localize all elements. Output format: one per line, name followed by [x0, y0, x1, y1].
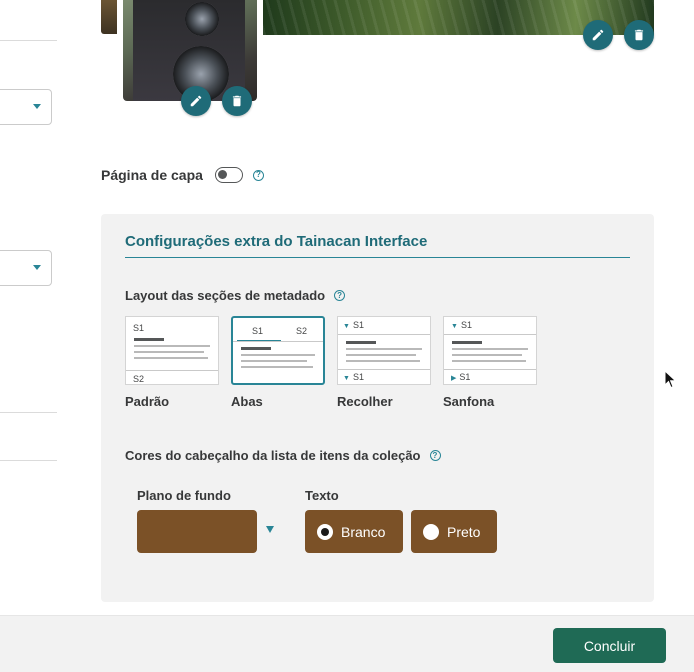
radio-dot: [423, 523, 439, 540]
background-color-swatch[interactable]: [137, 510, 257, 553]
help-icon[interactable]: ?: [429, 450, 441, 461]
header-colors-label: Cores do cabeçalho da lista de itens da …: [125, 448, 441, 463]
preview-divider: [126, 370, 218, 371]
preview-bar: [346, 360, 420, 362]
left-divider: [0, 460, 57, 461]
section-label: ▼ S1: [343, 372, 364, 382]
layout-preview-abas: S1 S2: [231, 316, 325, 385]
preview-bar: [241, 347, 271, 350]
layout-option-padrao[interactable]: S1 S2 Padrão: [125, 316, 219, 409]
preview-bar: [241, 354, 315, 356]
text-color-label: Texto: [305, 488, 339, 503]
chevron-down-icon: ▼: [343, 323, 350, 330]
trash-icon: [232, 95, 242, 107]
chevron-right-icon: ▶: [451, 375, 457, 382]
preview-divider: [444, 334, 536, 335]
layout-option-label: Padrão: [125, 394, 170, 409]
preview-divider: [444, 369, 536, 370]
preview-bar: [452, 348, 528, 350]
form-footer: Concluir: [0, 615, 694, 672]
help-icon[interactable]: ?: [334, 290, 346, 301]
tab-label: S2: [296, 326, 308, 336]
layout-option-label: Sanfona: [443, 394, 495, 409]
layout-option-label: Recolher: [337, 394, 393, 409]
preview-bar: [134, 351, 204, 353]
section-label: ▼ S1: [343, 320, 364, 330]
panel-divider: [125, 257, 630, 258]
delete-image-button[interactable]: [624, 20, 654, 50]
chevron-down-icon: [33, 265, 41, 270]
cover-page-label: Página de capa: [101, 167, 203, 183]
tab-label: S1: [252, 326, 264, 336]
chevron-down-icon: ▼: [343, 375, 350, 382]
preview-bar: [241, 360, 307, 362]
preview-bar: [346, 348, 422, 350]
preview-bar: [452, 360, 526, 362]
section-label: ▶ S1: [451, 372, 470, 382]
layout-option-sanfona[interactable]: ▼ S1 ▶ S1 Sanfona: [443, 316, 537, 409]
chevron-down-icon: ▼: [451, 323, 458, 330]
layout-preview-padrao: S1 S2: [125, 316, 219, 385]
chevron-down-icon[interactable]: [266, 526, 274, 533]
mouse-cursor-icon: [664, 370, 677, 389]
preview-bar: [452, 354, 522, 356]
layout-section-label-text: Layout das seções de metadado: [125, 288, 326, 303]
section-label: S2: [133, 374, 145, 384]
layout-preview-recolher: ▼ S1 ▼ S1: [337, 316, 431, 385]
left-divider: [0, 412, 57, 413]
section-label-text: S1: [459, 372, 471, 382]
header-colors-label-text: Cores do cabeçalho da lista de itens da …: [125, 448, 421, 463]
preview-bar: [452, 341, 482, 344]
text-color-white-radio[interactable]: Branco: [305, 510, 403, 553]
radio-label: Preto: [447, 523, 481, 540]
left-select-1[interactable]: [0, 89, 52, 125]
layout-preview-sanfona: ▼ S1 ▶ S1: [443, 316, 537, 385]
edit-image-button[interactable]: [583, 20, 613, 50]
left-divider: [0, 40, 57, 41]
submit-button[interactable]: Concluir: [553, 628, 666, 663]
extra-config-panel: Configurações extra do Tainacan Interfac…: [101, 214, 654, 602]
background-label: Plano de fundo: [137, 488, 231, 503]
help-icon[interactable]: ?: [252, 169, 264, 181]
radio-label: Branco: [341, 523, 386, 540]
trash-icon: [634, 29, 644, 41]
section-label: ▼ S1: [451, 320, 472, 330]
collection-settings-page: Página de capa ? Configurações extra do …: [0, 0, 694, 672]
section-label: S1: [133, 323, 145, 333]
toggle-knob: [217, 170, 227, 179]
layout-option-recolher[interactable]: ▼ S1 ▼ S1 Recolher: [337, 316, 431, 409]
section-label-text: S1: [460, 320, 472, 330]
left-select-2[interactable]: [0, 250, 52, 286]
pencil-icon: [190, 95, 202, 107]
text-color-black-radio[interactable]: Preto: [411, 510, 497, 553]
thumbnail-partial: [101, 0, 117, 34]
section-label-text: S1: [352, 320, 364, 330]
edit-image-button[interactable]: [181, 86, 211, 116]
cover-page-toggle[interactable]: [214, 167, 243, 183]
layout-option-abas[interactable]: S1 S2 Abas: [231, 316, 325, 409]
cover-page-row: Página de capa ?: [101, 165, 264, 185]
preview-bar: [346, 354, 416, 356]
layout-option-label: Abas: [231, 394, 263, 409]
camera-body: [133, 0, 245, 101]
layout-section-label: Layout das seções de metadado ?: [125, 288, 346, 303]
section-label-text: S1: [352, 372, 364, 382]
preview-bar: [134, 357, 208, 359]
preview-divider: [338, 369, 430, 370]
radio-dot: [317, 523, 333, 540]
preview-bar: [134, 338, 164, 341]
camera-lens: [185, 2, 219, 36]
preview-bar: [134, 345, 210, 347]
panel-title: Configurações extra do Tainacan Interfac…: [125, 233, 428, 250]
chevron-down-icon: [33, 104, 41, 109]
pencil-icon: [592, 29, 604, 41]
preview-divider: [233, 341, 323, 342]
delete-image-button[interactable]: [222, 86, 252, 116]
preview-bar: [241, 366, 313, 368]
preview-bar: [346, 341, 376, 344]
preview-divider: [338, 334, 430, 335]
